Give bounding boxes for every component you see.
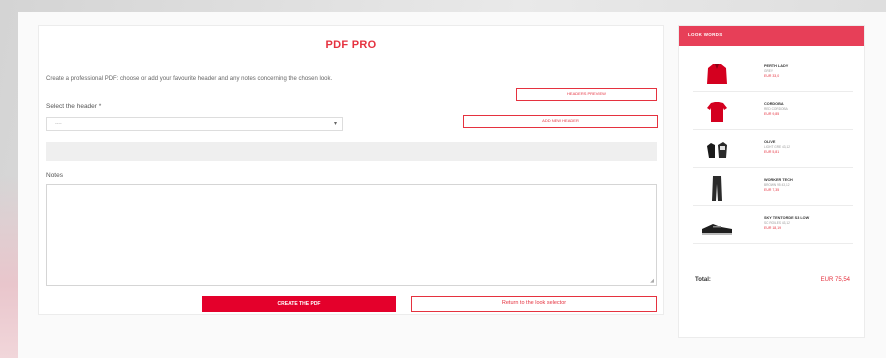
item-name: PERTH LADY: [764, 64, 789, 68]
total-value: EUR 75,54: [820, 277, 850, 283]
add-header-button[interactable]: ADD NEW HEADER: [463, 115, 658, 128]
item-name: CORDOBA: [764, 102, 784, 106]
item-price: EUR 9,85: [764, 112, 780, 116]
header-select-value: ----: [55, 121, 62, 127]
resize-handle-icon[interactable]: ◢: [650, 278, 654, 284]
item-variant: LIGHT GRE 43,12: [764, 145, 790, 149]
notes-textarea[interactable]: ◢: [46, 184, 657, 286]
chevron-down-icon: ▾: [333, 121, 337, 127]
item-variant: GREY: [764, 69, 774, 73]
item-price: EUR 7,35: [764, 188, 780, 192]
gloves-icon: [707, 142, 727, 158]
header-select[interactable]: ---- ▾: [46, 117, 343, 131]
return-button[interactable]: Return to the look selector: [411, 296, 657, 312]
list-item[interactable]: CORDOBA RED CORDOBA EUR 9,85: [693, 92, 853, 130]
item-name: WORKER TECH: [764, 178, 793, 182]
sidebar-header-title: LOOK WORDS: [688, 32, 723, 37]
intro-text: Create a professional PDF: choose or add…: [46, 76, 333, 82]
header-preview-area: [46, 142, 657, 161]
list-item[interactable]: PERTH LADY GREY EUR 33,0: [693, 54, 853, 92]
look-sidebar: LOOK WORDS PERTH LADY GREY EUR 33,0 CORD…: [678, 25, 865, 338]
item-variant: RED CORDOBA: [764, 107, 788, 111]
jacket-icon: [707, 64, 727, 84]
list-item[interactable]: OLIVE LIGHT GRE 43,12 EUR 5,81: [693, 130, 853, 168]
sidebar-header: LOOK WORDS: [679, 26, 864, 46]
shoe-icon: [702, 224, 732, 235]
item-variant: BROWN 95 43,12: [764, 183, 790, 187]
select-header-label: Select the header *: [46, 103, 102, 110]
item-price: EUR 18,19: [764, 226, 782, 230]
list-item[interactable]: SKY TENTORDE S3 LOW SC ROILES 43,12 EUR …: [693, 206, 853, 244]
page-title: PDF PRO: [325, 39, 377, 51]
list-item[interactable]: WORKER TECH BROWN 95 43,12 EUR 7,35: [693, 168, 853, 206]
total-label: Total:: [695, 277, 711, 283]
tshirt-icon: [707, 102, 727, 122]
item-name: OLIVE: [764, 140, 776, 144]
notes-label: Notes: [46, 172, 63, 179]
create-pdf-button[interactable]: CREATE THE PDF: [202, 296, 396, 312]
item-price: EUR 33,0: [764, 74, 780, 78]
item-price: EUR 5,81: [764, 150, 780, 154]
item-name: SKY TENTORDE S3 LOW: [764, 216, 810, 220]
item-variant: SC ROILES 43,12: [764, 221, 790, 225]
pants-icon: [712, 176, 722, 201]
headers-preview-button[interactable]: HEADERS PREVIEW: [516, 88, 657, 101]
pdf-form-card: PDF PRO Create a professional PDF: choos…: [38, 25, 664, 315]
